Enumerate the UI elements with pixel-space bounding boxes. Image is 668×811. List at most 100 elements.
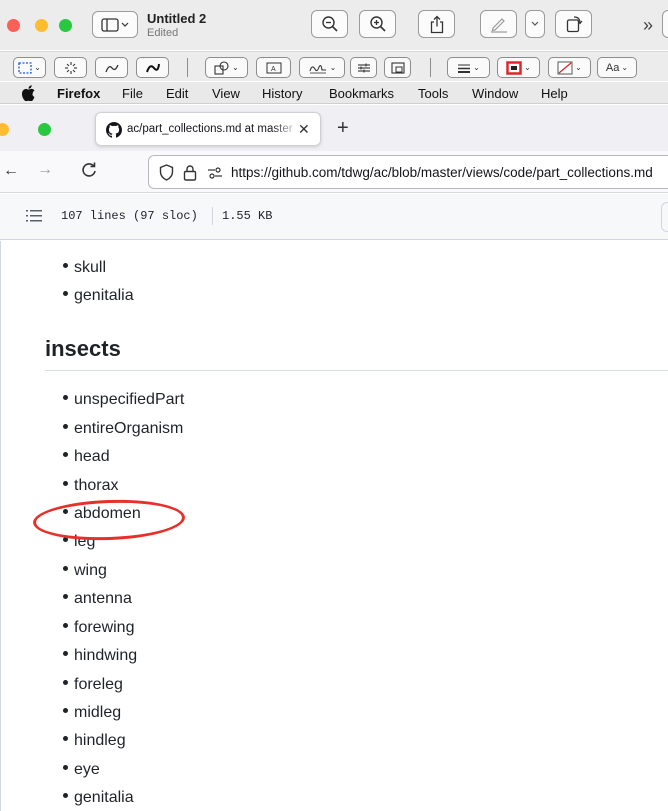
list-item: thorax bbox=[63, 477, 118, 495]
zoom-out-icon bbox=[321, 16, 338, 32]
list-item: forewing bbox=[63, 619, 134, 637]
heading-rule bbox=[45, 370, 668, 371]
bullet bbox=[63, 793, 68, 799]
line-count: 107 lines (97 sloc) bbox=[61, 209, 198, 223]
menu-bookmarks[interactable]: Bookmarks bbox=[329, 86, 394, 101]
address-bar[interactable]: https://github.com/tdwg/ac/blob/master/v… bbox=[148, 155, 668, 189]
sidebar-toggle-button[interactable] bbox=[92, 11, 138, 38]
list-item: genitalia bbox=[63, 287, 134, 305]
sign-button[interactable]: ⌄ bbox=[299, 57, 345, 78]
list-item-text: genitalia bbox=[74, 287, 134, 304]
markdown-body: mandible skull genitalia insects unspeci… bbox=[0, 241, 668, 811]
apple-icon[interactable] bbox=[22, 85, 36, 101]
tab-title-fade bbox=[271, 119, 299, 141]
outline-list-icon[interactable] bbox=[26, 209, 42, 223]
text-style-button[interactable]: Aa ⌄ bbox=[597, 57, 637, 78]
bullet bbox=[63, 736, 68, 742]
tab-title: ac/part_collections.md at master bbox=[127, 123, 293, 135]
document-status: Edited bbox=[147, 27, 179, 39]
close-window-button[interactable] bbox=[7, 19, 20, 32]
list-item: eye bbox=[63, 761, 100, 779]
markup-toolbar: ⌄ ⌄ A ⌄ ⌄ ⌄ ⌄ Aa ⌄ bbox=[0, 51, 668, 81]
bullet bbox=[63, 291, 68, 297]
zoom-out-button[interactable] bbox=[311, 10, 348, 38]
menu-window[interactable]: Window bbox=[472, 86, 518, 101]
search-button[interactable] bbox=[662, 10, 668, 38]
border-color-button[interactable]: ⌄ bbox=[497, 57, 540, 78]
shape-style-button[interactable]: ⌄ bbox=[447, 57, 490, 78]
permissions-icon[interactable] bbox=[207, 166, 223, 180]
draw-tool-button[interactable] bbox=[136, 57, 169, 78]
new-tab-button[interactable]: + bbox=[337, 117, 349, 140]
list-item-text: midleg bbox=[74, 704, 122, 721]
signature-icon bbox=[309, 64, 326, 73]
toolbar-divider bbox=[187, 58, 188, 77]
bullet bbox=[63, 594, 68, 600]
selection-tool-button[interactable]: ⌄ bbox=[13, 57, 46, 78]
bullet bbox=[63, 452, 68, 458]
markup-button[interactable] bbox=[480, 10, 517, 38]
back-arrow-icon[interactable]: ← bbox=[3, 162, 19, 180]
shapes-button[interactable]: ⌄ bbox=[205, 57, 248, 78]
list-item-text: entireOrganism bbox=[74, 420, 184, 437]
fill-color-icon bbox=[557, 61, 573, 74]
list-item-text: foreleg bbox=[74, 676, 123, 693]
sliders-icon bbox=[357, 63, 370, 72]
instant-alpha-button[interactable] bbox=[54, 57, 87, 78]
tracking-protection-shield-icon[interactable] bbox=[159, 164, 174, 181]
sidebar-icon bbox=[101, 17, 129, 32]
line-style-icon bbox=[458, 64, 471, 73]
bullet bbox=[63, 623, 68, 629]
menu-view[interactable]: View bbox=[212, 86, 240, 101]
menu-firefox[interactable]: Firefox bbox=[57, 86, 100, 101]
resize-icon bbox=[390, 61, 405, 74]
url-text: https://github.com/tdwg/ac/blob/master/v… bbox=[231, 165, 653, 180]
lock-icon[interactable] bbox=[183, 164, 197, 181]
list-item-text: hindwing bbox=[74, 647, 138, 664]
list-item: unspecifiedPart bbox=[63, 391, 184, 409]
markup-options-button[interactable] bbox=[525, 10, 545, 38]
close-tab-icon[interactable]: ✕ bbox=[298, 121, 310, 138]
adjust-color-button[interactable] bbox=[350, 57, 377, 78]
menu-file[interactable]: File bbox=[122, 86, 143, 101]
list-item-text: forewing bbox=[74, 619, 135, 636]
menu-bar: Firefox File Edit View History Bookmarks… bbox=[0, 82, 668, 104]
bullet bbox=[63, 263, 68, 269]
forward-arrow-icon[interactable]: → bbox=[37, 161, 53, 179]
zoom-browser-button[interactable] bbox=[38, 123, 51, 136]
menu-tools[interactable]: Tools bbox=[418, 86, 448, 101]
list-item: foreleg bbox=[63, 676, 123, 694]
rotate-button[interactable] bbox=[555, 10, 592, 38]
menu-history[interactable]: History bbox=[262, 86, 302, 101]
github-icon bbox=[106, 122, 122, 138]
minimize-browser-button[interactable] bbox=[0, 123, 9, 136]
minimize-window-button[interactable] bbox=[35, 19, 48, 32]
bullet bbox=[63, 680, 68, 686]
text-tool-button[interactable]: A bbox=[256, 57, 291, 78]
sketch-tool-button[interactable] bbox=[95, 57, 128, 78]
more-toolbar-icon[interactable]: » bbox=[643, 15, 653, 36]
reload-icon[interactable] bbox=[80, 161, 98, 179]
list-item: wing bbox=[63, 562, 107, 580]
bullet bbox=[63, 566, 68, 572]
share-button[interactable] bbox=[418, 10, 455, 38]
menu-help[interactable]: Help bbox=[541, 86, 568, 101]
red-ellipse-annotation bbox=[32, 497, 186, 543]
menu-edit[interactable]: Edit bbox=[166, 86, 188, 101]
chevron-down-icon bbox=[531, 21, 539, 26]
list-item-text: hindleg bbox=[74, 732, 126, 749]
rectangular-selection-icon bbox=[18, 61, 32, 74]
sketch-icon bbox=[104, 64, 119, 72]
bullet bbox=[63, 651, 68, 657]
list-item: hindwing bbox=[63, 647, 137, 665]
fill-color-button[interactable]: ⌄ bbox=[548, 57, 591, 78]
tab-strip: ac/part_collections.md at master ✕ + bbox=[0, 105, 668, 151]
list-item-text: genitalia bbox=[74, 789, 134, 806]
zoom-in-button[interactable] bbox=[359, 10, 396, 38]
bullet bbox=[63, 765, 68, 771]
raw-button[interactable] bbox=[661, 202, 668, 232]
adjust-size-button[interactable] bbox=[384, 57, 411, 78]
tab-part-collections[interactable]: ac/part_collections.md at master ✕ bbox=[95, 112, 321, 146]
list-item-text: wing bbox=[74, 562, 107, 579]
zoom-window-button[interactable] bbox=[59, 19, 72, 32]
